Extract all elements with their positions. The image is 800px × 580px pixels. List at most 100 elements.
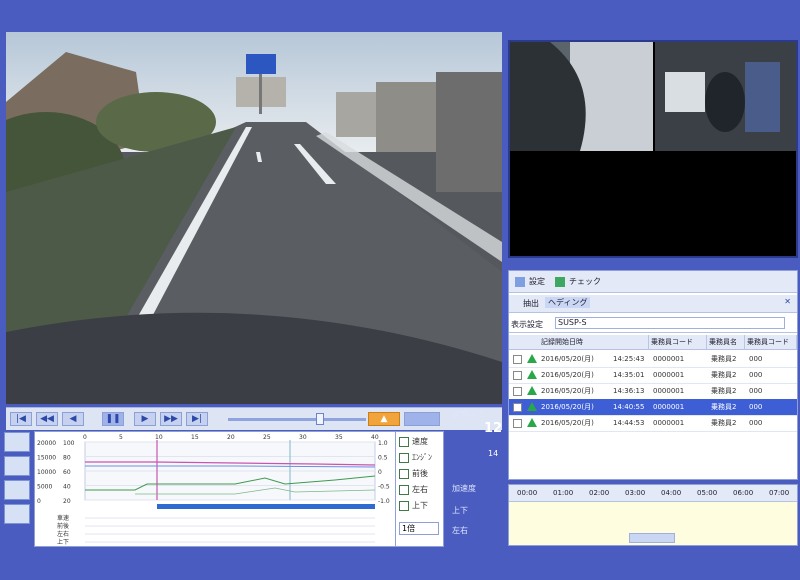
event-warning-icon <box>527 354 537 363</box>
warning-button[interactable]: ▲ <box>368 412 400 426</box>
seek-handle[interactable] <box>316 413 324 425</box>
row-checkbox[interactable] <box>513 419 522 428</box>
y-tick-right: -1.0 <box>378 498 390 505</box>
row-checkbox[interactable] <box>513 403 522 412</box>
row-code: 0000001 <box>653 419 685 427</box>
table-row[interactable]: 2016/05/20(月) 14:25:43 0000001 乗務員2 000 <box>509 351 797 368</box>
legend-checkbox[interactable] <box>399 452 409 463</box>
table-row[interactable]: 2016/05/20(月) 14:36:13 0000001 乗務員2 000 <box>509 383 797 400</box>
list-toolbar: 設定 チェック <box>509 271 797 293</box>
timeline-scrollbar[interactable] <box>629 533 675 543</box>
timeline-header: 00:00 01:00 02:00 03:00 04:00 05:00 06:00 07:00 <box>509 485 797 502</box>
readout-label: 速度/ﾄﾙｸ <box>452 410 483 419</box>
y-tick-left: 5000 <box>37 484 52 491</box>
toolbar-tab[interactable]: チェック <box>569 276 601 287</box>
row-date: 2016/05/20(月) <box>541 355 594 363</box>
playback-bar: |◀ ◀◀ ◀ ❚❚ ▶ ▶▶ ▶| ▲ <box>6 407 502 430</box>
row-name: 乗務員2 <box>711 355 737 363</box>
row-checkbox[interactable] <box>513 355 522 364</box>
event-warning-icon <box>527 370 537 379</box>
x-tick-label: 0 <box>83 434 87 441</box>
zoom-select-value: 1倍 <box>402 524 416 533</box>
graph-tool-icon[interactable] <box>4 432 30 452</box>
filter-tab-active[interactable]: ヘディング <box>545 297 591 308</box>
table-row[interactable]: 2016/05/20(月) 14:40:55 0000001 乗務員2 000 <box>509 399 797 416</box>
row-checkbox[interactable] <box>513 371 522 380</box>
row-date: 2016/05/20(月) <box>541 419 594 427</box>
legend-item[interactable]: 左右 <box>399 484 428 496</box>
sub-camera-grid[interactable] <box>508 40 798 258</box>
timeline-panel[interactable]: 00:00 01:00 02:00 03:00 04:00 05:00 06:00 07:00 <box>508 484 798 546</box>
play-button[interactable]: ▶ <box>134 412 156 426</box>
x-tick-label: 40 <box>371 434 379 441</box>
legend-checkbox[interactable] <box>399 484 409 495</box>
close-icon[interactable]: ✕ <box>784 297 791 306</box>
seek-slider[interactable] <box>228 418 366 421</box>
column-header[interactable]: 乗務員名 <box>707 335 745 349</box>
x-tick-label: 10 <box>155 434 163 441</box>
row-code: 0000001 <box>653 403 685 411</box>
table-row[interactable]: 2016/05/20(月) 14:44:53 0000001 乗務員2 000 <box>509 415 797 432</box>
row-code2: 000 <box>749 403 763 411</box>
display-setting-input[interactable]: SUSP-S <box>555 317 785 329</box>
legend-checkbox[interactable] <box>399 468 409 479</box>
row-code: 0000001 <box>653 355 685 363</box>
timeline-tick: 07:00 <box>769 489 790 497</box>
sub-camera-1[interactable] <box>510 42 653 151</box>
legend-label: 速度 <box>412 437 428 446</box>
sub-camera-2[interactable] <box>655 42 796 151</box>
zoom-select[interactable]: 1倍 <box>399 522 439 535</box>
readout-panel: 速度/ﾄﾙｸ 12 14 加速度 上下 左右 <box>448 405 504 550</box>
lane-label: 左右 <box>57 530 69 538</box>
y-tick-mid: 100 <box>63 440 75 447</box>
toolbar-tab[interactable]: 設定 <box>529 276 545 287</box>
readout-label: 加速度 <box>452 484 476 493</box>
person-tool-icon[interactable] <box>4 480 30 500</box>
filter-tab[interactable]: 抽出 <box>523 298 539 309</box>
column-header[interactable]: 記録開始日時 <box>539 335 649 349</box>
fast-forward-button[interactable]: ▶▶ <box>160 412 182 426</box>
y-tick-mid: 40 <box>63 484 71 491</box>
rewind-button[interactable]: ◀ <box>62 412 84 426</box>
main-camera-view[interactable] <box>6 32 502 404</box>
graph-canvas: 20000 100 1.015000 80 0.510000 60 05000 40 -0.50… <box>37 434 390 546</box>
row-checkbox[interactable] <box>513 387 522 396</box>
readout-value: 14 <box>488 449 499 458</box>
row-code2: 000 <box>749 387 763 395</box>
row-name: 乗務員2 <box>711 403 737 411</box>
column-header[interactable]: 乗務員コード <box>745 335 797 349</box>
legend-item[interactable]: 上下 <box>399 500 428 512</box>
sensor-graph[interactable]: 20000 100 1.0 15000 80 0.5 10000 60 0 5000 40 -0.5 0… <box>34 431 396 547</box>
graph-legend: 速度 ｴﾝｼﾞﾝ 前後 左右 上下 1倍 <box>396 431 444 547</box>
legend-checkbox[interactable] <box>399 436 409 447</box>
pause-button[interactable]: ❚❚ <box>102 412 124 426</box>
lane-label: 上下 <box>57 538 69 546</box>
table-row[interactable]: 2016/05/20(月) 14:35:01 0000001 乗務員2 000 <box>509 367 797 384</box>
row-name: 乗務員2 <box>711 387 737 395</box>
y-tick-right: 0.5 <box>378 455 388 462</box>
row-name: 乗務員2 <box>711 371 737 379</box>
skip-end-button[interactable]: ▶| <box>186 412 208 426</box>
step-back-button[interactable]: ◀◀ <box>36 412 58 426</box>
settings-icon[interactable] <box>515 277 525 287</box>
legend-item[interactable]: 速度 <box>399 436 428 448</box>
legend-checkbox[interactable] <box>399 500 409 511</box>
row-time: 14:36:13 <box>613 387 645 395</box>
map-tool-icon[interactable] <box>4 456 30 476</box>
row-date: 2016/05/20(月) <box>541 371 594 379</box>
y-tick-right: -0.5 <box>378 484 390 491</box>
device-tool-icon[interactable] <box>4 504 30 524</box>
row-code2: 000 <box>749 371 763 379</box>
cabin-interior-image <box>655 42 796 151</box>
legend-item[interactable]: 前後 <box>399 468 428 480</box>
speed-button[interactable] <box>404 412 440 426</box>
event-list-panel: 設定 チェック 抽出 ヘディング ✕ 表示設定 SUSP-S 記録開始日時 乗務… <box>508 270 798 480</box>
legend-item[interactable]: ｴﾝｼﾞﾝ <box>399 452 432 464</box>
skip-start-button[interactable]: |◀ <box>10 412 32 426</box>
check-icon[interactable] <box>555 277 565 287</box>
legend-label: 左右 <box>412 485 428 494</box>
x-tick-label: 5 <box>119 434 123 441</box>
column-header[interactable]: 乗務員コード <box>649 335 707 349</box>
row-time: 14:25:43 <box>613 355 645 363</box>
y-tick-mid: 60 <box>63 469 71 476</box>
